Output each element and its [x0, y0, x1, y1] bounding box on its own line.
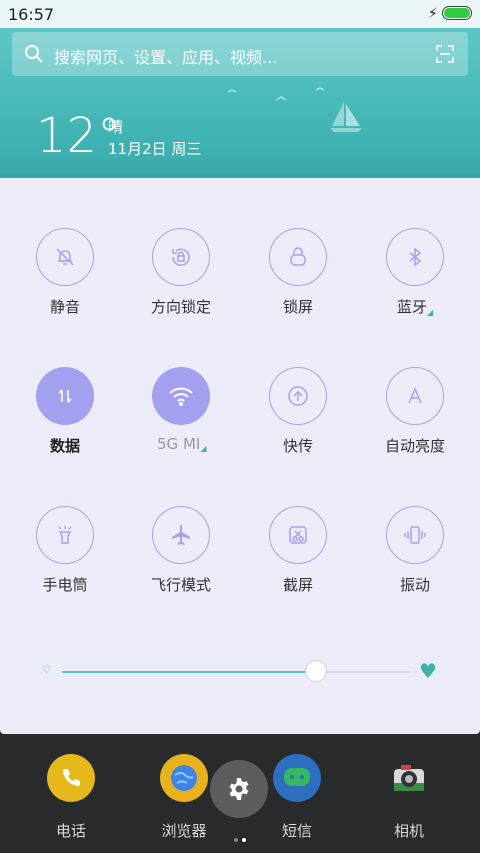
tile-wifi[interactable]: 5G MI◢ [123, 367, 239, 487]
sailboat-decoration [326, 100, 366, 138]
home-dock: 电话 浏览器 短信 相机 [0, 734, 480, 853]
tile-screenshot[interactable]: 截屏 [240, 506, 356, 626]
tile-label: 快传 [282, 437, 313, 455]
tile-label: 锁屏 [282, 298, 313, 316]
battery-icon [442, 6, 472, 20]
weather-condition: 晴 [108, 118, 124, 136]
birds-decoration [227, 86, 328, 120]
status-bar: 16:57 ⚡ [0, 0, 480, 28]
charging-icon: ⚡ [428, 6, 438, 22]
heart-filled-icon: ♥ [419, 659, 437, 683]
screenshot-icon [269, 506, 327, 564]
tile-label: 手电筒 [42, 576, 88, 594]
vibrate-icon [386, 506, 444, 564]
slider-knob[interactable] [305, 660, 328, 682]
data-transfer-icon [36, 367, 94, 425]
rotation-lock-icon [152, 228, 210, 286]
app-camera[interactable]: 相机 [364, 754, 454, 841]
lock-icon [269, 228, 327, 286]
phone-icon [47, 754, 95, 802]
tile-label: 蓝牙◢ [396, 298, 434, 317]
scan-icon[interactable] [436, 45, 454, 67]
tile-bluetooth[interactable]: 蓝牙◢ [357, 228, 473, 348]
app-name: 相机 [393, 822, 424, 840]
slider-fill [62, 671, 317, 673]
message-icon [273, 754, 321, 802]
tile-flashlight[interactable]: 手电筒 [7, 506, 123, 626]
upload-circle-icon [269, 367, 327, 425]
expand-triangle-icon: ◢ [200, 444, 207, 453]
tile-label: 飞行模式 [150, 576, 211, 594]
tile-label: 截屏 [282, 576, 313, 594]
tile-label: 振动 [399, 576, 430, 594]
mute-bell-icon [36, 228, 94, 286]
tile-auto-brightness[interactable]: 自动亮度 [357, 367, 473, 487]
status-time: 16:57 [8, 5, 55, 24]
auto-brightness-icon [386, 367, 444, 425]
tile-label: 5G MI◢ [155, 435, 207, 453]
heart-outline-icon: ♡ [42, 665, 51, 676]
tile-mute[interactable]: 静音 [7, 228, 123, 348]
tile-label: 方向锁定 [150, 298, 211, 316]
airplane-icon [152, 506, 210, 564]
app-name: 浏览器 [161, 822, 207, 840]
tile-vibrate[interactable]: 振动 [357, 506, 473, 626]
browser-globe-icon [160, 754, 208, 802]
tile-rotation-lock[interactable]: 方向锁定 [123, 228, 239, 348]
search-icon [24, 44, 44, 68]
tile-label: 数据 [49, 437, 80, 455]
app-name: 电话 [55, 822, 86, 840]
tile-lock-screen[interactable]: 锁屏 [240, 228, 356, 348]
gear-icon [229, 778, 249, 800]
brightness-slider[interactable]: ♡ ♥ [38, 658, 442, 688]
tile-airplane-mode[interactable]: 飞行模式 [123, 506, 239, 626]
weather-header: 搜索网页、设置、应用、视频... 12° 晴 11月2日 周三 [0, 28, 480, 178]
settings-button[interactable] [210, 760, 268, 818]
search-bar[interactable]: 搜索网页、设置、应用、视频... [12, 32, 468, 76]
app-name: 短信 [281, 822, 312, 840]
wifi-icon [152, 367, 210, 425]
flashlight-icon [36, 506, 94, 564]
tile-quick-transfer[interactable]: 快传 [240, 367, 356, 487]
weather-date: 11月2日 周三 [108, 140, 202, 158]
tile-label: 自动亮度 [384, 437, 445, 455]
quick-settings-panel: 静音 方向锁定 锁屏 蓝牙◢ 数据 5G MI◢ 快传 自动亮度 手电筒 飞行模… [0, 178, 480, 734]
page-indicator [232, 827, 248, 846]
search-placeholder: 搜索网页、设置、应用、视频... [54, 48, 278, 67]
bluetooth-icon [386, 228, 444, 286]
expand-triangle-icon: ◢ [426, 308, 434, 317]
tile-label: 静音 [49, 298, 80, 316]
app-phone[interactable]: 电话 [26, 754, 116, 841]
tile-mobile-data[interactable]: 数据 [7, 367, 123, 487]
camera-icon [385, 754, 433, 802]
